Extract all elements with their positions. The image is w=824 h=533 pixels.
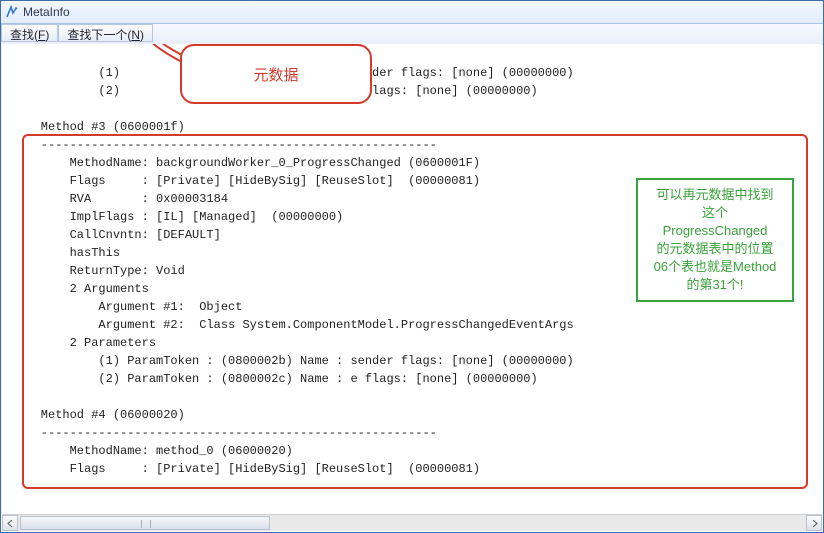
find-next-button[interactable]: 查找下一个(N): [58, 24, 153, 42]
find-button[interactable]: 查找(F): [1, 24, 58, 42]
line: RVA : 0x00003184: [12, 192, 228, 206]
line: (2) ParamToken : (0800002c) Name : e fla…: [12, 372, 538, 386]
chevron-left-icon: [7, 520, 14, 527]
note-line: 06个表也就是Method: [642, 258, 788, 276]
chevron-right-icon: [811, 520, 818, 527]
line: MethodName: method_0 (06000020): [12, 444, 293, 458]
line: CallCnvntn: [DEFAULT]: [12, 228, 221, 242]
line: ImplFlags : [IL] [Managed] (00000000): [12, 210, 343, 224]
line: Method #3 (0600001f): [12, 120, 185, 134]
app-window: MetaInfo 查找(F) 查找下一个(N) (1) Name : sende…: [0, 0, 824, 533]
find-label-prefix: 查找(: [10, 28, 38, 42]
line: ----------------------------------------…: [12, 426, 437, 440]
content-area: (1) Name : sender flags: [none] (0000000…: [2, 44, 822, 514]
line: ----------------------------------------…: [12, 138, 437, 152]
callout-bubble: 元数据: [180, 44, 372, 104]
titlebar: MetaInfo: [1, 1, 823, 24]
callout-label: 元数据: [253, 64, 298, 85]
window-title: MetaInfo: [23, 5, 70, 19]
findnext-label-suffix: ): [140, 28, 144, 42]
line: Argument #1: Object: [12, 300, 242, 314]
findnext-label-key: N: [131, 28, 140, 42]
line: Flags : [Private] [HideBySig] [ReuseSlot…: [12, 462, 480, 476]
line: Argument #2: Class System.ComponentModel…: [12, 318, 574, 332]
annotation-note: 可以再元数据中找到 这个 ProgressChanged 的元数据表中的位置 0…: [636, 178, 794, 302]
scroll-right-button[interactable]: [806, 515, 822, 531]
app-icon: [5, 5, 19, 19]
line: hasThis: [12, 246, 120, 260]
line: Flags : [Private] [HideBySig] [ReuseSlot…: [12, 174, 480, 188]
note-line: 这个: [642, 204, 788, 222]
line: ReturnType: Void: [12, 264, 185, 278]
line: Method #4 (06000020): [12, 408, 185, 422]
horizontal-scrollbar[interactable]: [2, 514, 822, 531]
note-line: ProgressChanged: [642, 222, 788, 240]
toolbar: 查找(F) 查找下一个(N): [1, 24, 823, 45]
find-label-suffix: ): [45, 28, 49, 42]
scroll-thumb[interactable]: [20, 516, 270, 530]
note-line: 的元数据表中的位置: [642, 240, 788, 258]
line: 2 Arguments: [12, 282, 149, 296]
note-line: 可以再元数据中找到: [642, 186, 788, 204]
scroll-left-button[interactable]: [2, 515, 18, 531]
line: MethodName: backgroundWorker_0_ProgressC…: [12, 156, 480, 170]
note-line: 的第31个!: [642, 276, 788, 294]
line: (1) ParamToken : (0800002b) Name : sende…: [12, 354, 574, 368]
findnext-label-prefix: 查找下一个(: [67, 28, 131, 42]
line: 2 Parameters: [12, 336, 156, 350]
